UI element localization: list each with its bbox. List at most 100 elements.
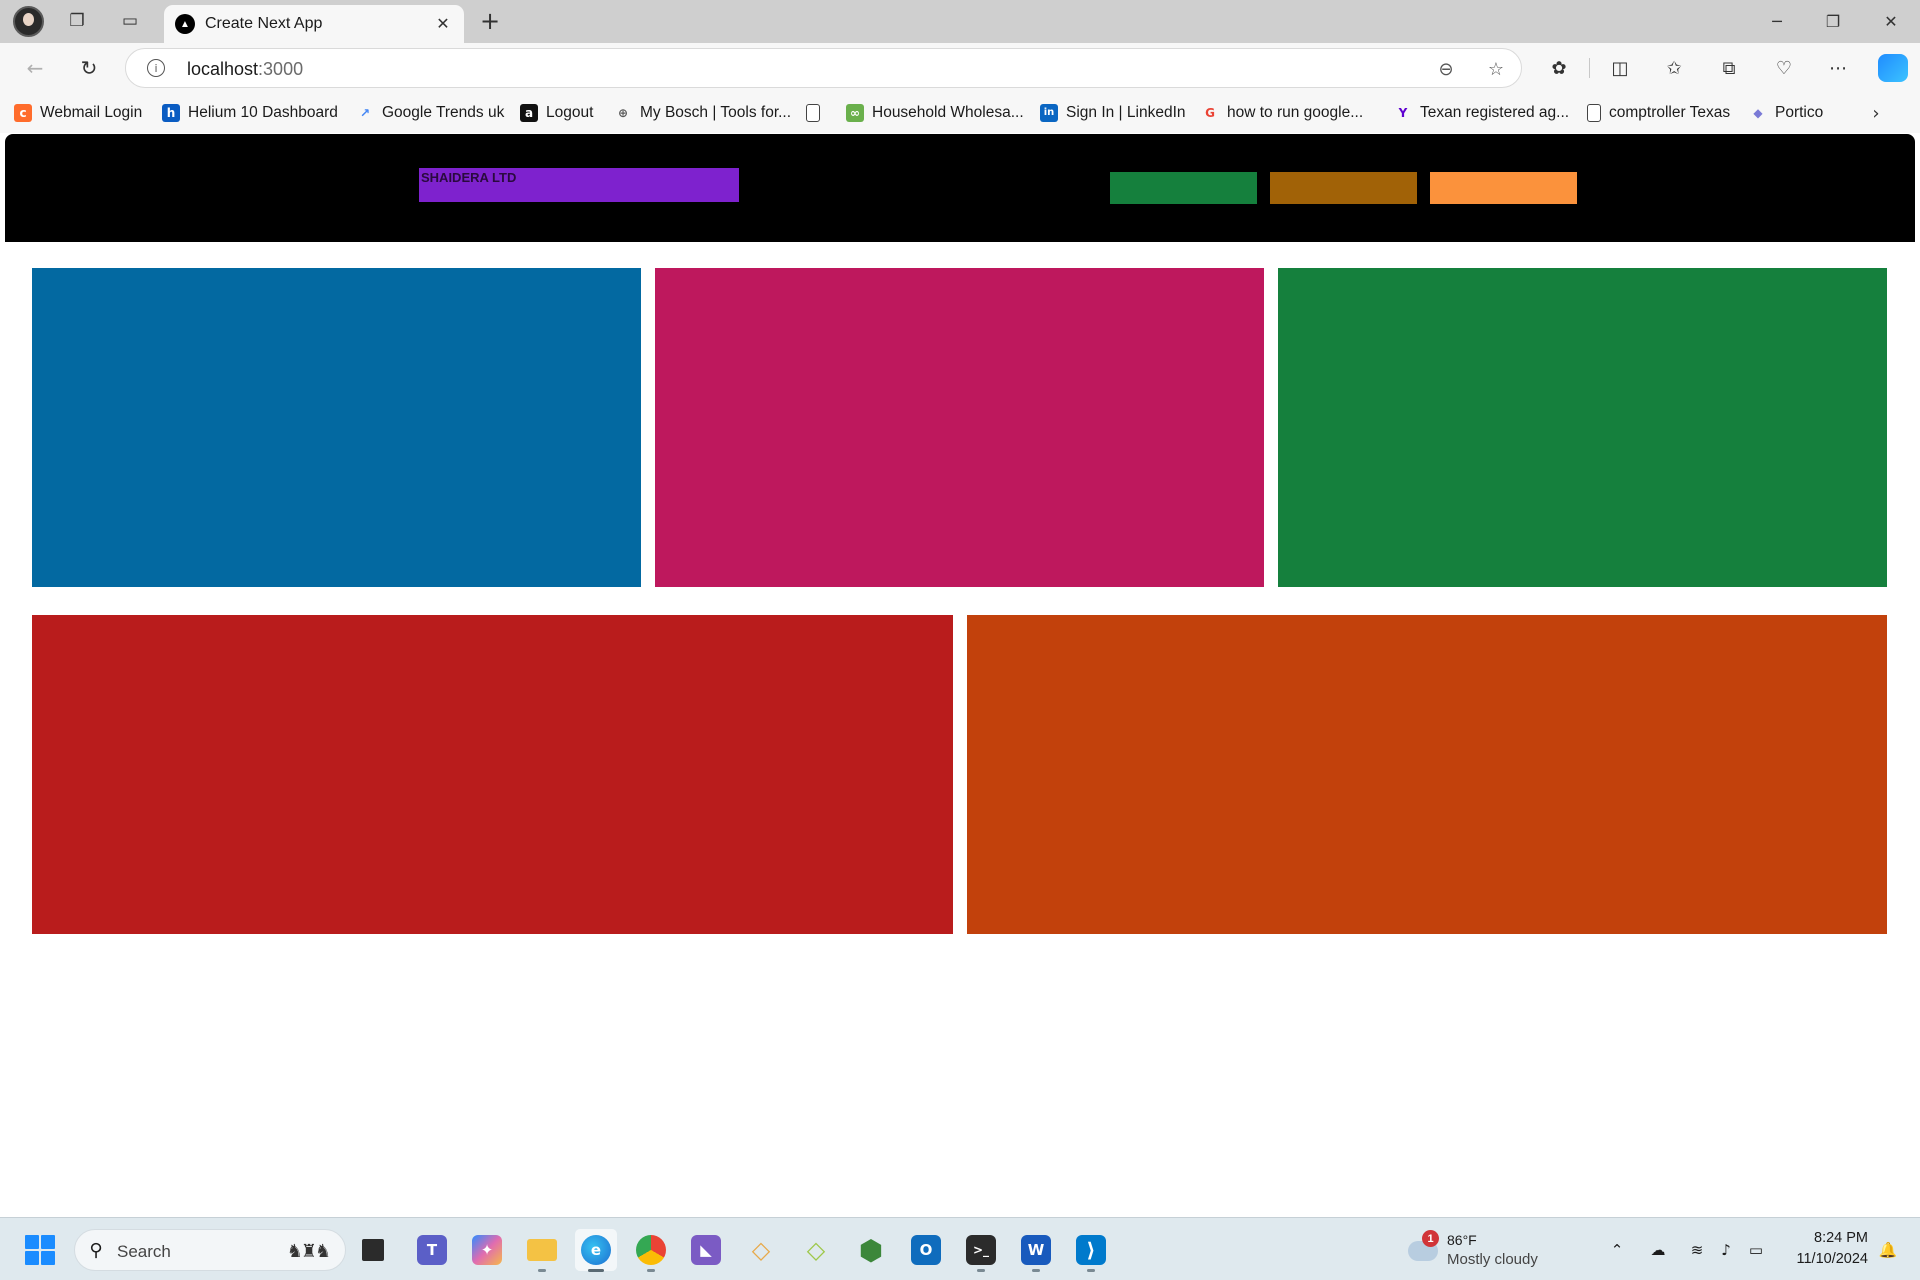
close-window-icon[interactable]: ✕ [1871, 6, 1911, 36]
taskbar-search[interactable]: ⚲ Search ♞♜♞ [74, 1229, 346, 1271]
battery-icon[interactable]: ▭ [1744, 1238, 1768, 1262]
clock-date: 11/10/2024 [1796, 1251, 1869, 1267]
page-icon [806, 104, 820, 122]
weather-desc: Mostly cloudy [1447, 1251, 1538, 1268]
bookmark-label: Logout [546, 104, 594, 121]
split-screen-icon[interactable]: ◫ [1605, 53, 1635, 83]
onedrive-cloud-icon[interactable]: ☁ [1646, 1238, 1670, 1262]
nextjs-favicon-icon: ▲ [175, 14, 195, 34]
copilot-icon[interactable] [1878, 54, 1908, 82]
profile-avatar[interactable] [13, 6, 44, 37]
yahoo-icon: Y [1398, 106, 1408, 120]
amazon-icon: a [520, 104, 538, 122]
edge-app-icon[interactable]: e [575, 1229, 617, 1272]
bookmarks-bar: c Webmail Login h Helium 10 Dashboard ↗ … [0, 92, 1920, 133]
bookmark-label: Webmail Login [40, 104, 143, 121]
brand-logo[interactable]: SHAIDERA LTD [419, 168, 739, 202]
terminal-app-icon[interactable]: >_ [960, 1229, 1002, 1272]
search-placeholder: Search [117, 1242, 171, 1261]
favorites-icon[interactable]: ✩ [1659, 53, 1689, 83]
bookmark-label: Sign In | LinkedIn [1066, 104, 1186, 121]
bookmark-my-bosch[interactable]: ⊕ My Bosch | Tools for... [614, 101, 791, 125]
bookmark-linkedin[interactable]: in Sign In | LinkedIn [1040, 101, 1186, 125]
bookmark-household-wholesale[interactable]: ∞ Household Wholesa... [846, 101, 1024, 125]
bookmark-google-search[interactable]: G how to run google... [1201, 101, 1363, 125]
bookmark-google-trends[interactable]: ↗ Google Trends uk [356, 101, 504, 125]
bookmark-label: Helium 10 Dashboard [188, 104, 338, 121]
nav-button-1[interactable] [1110, 172, 1257, 204]
card-red [32, 615, 953, 934]
zoom-out-icon[interactable]: ⊖ [1434, 57, 1458, 81]
bookmark-comptroller-texas[interactable]: comptroller Texas [1587, 101, 1730, 125]
google-icon: G [1205, 106, 1215, 120]
tab-title: Create Next App [205, 15, 323, 32]
card-orange [967, 615, 1887, 934]
site-header: SHAIDERA LTD [5, 134, 1915, 242]
volume-icon[interactable]: ♪ [1714, 1238, 1738, 1262]
back-icon[interactable]: ← [20, 53, 50, 83]
notification-bell-icon[interactable]: 🔔 [1876, 1238, 1900, 1262]
copilot-app-icon[interactable]: ✦ [466, 1229, 508, 1271]
nodejs-app-icon[interactable]: ⬢ [850, 1229, 892, 1271]
outlook-app-icon[interactable]: O [905, 1229, 947, 1271]
portico-icon: ◆ [1753, 106, 1763, 120]
more-menu-icon[interactable]: ⋯ [1823, 53, 1853, 83]
weather-widget[interactable]: 1 86°F Mostly cloudy [1405, 1229, 1555, 1273]
url-text[interactable]: localhost:3000 [187, 59, 303, 80]
card-pink [655, 268, 1264, 587]
word-app-icon[interactable]: W [1015, 1229, 1057, 1272]
bookmark-label: Google Trends uk [382, 104, 505, 121]
page-icon [1587, 104, 1601, 122]
taskview-app-icon[interactable] [352, 1229, 394, 1271]
collections-icon[interactable]: ⧉ [1714, 53, 1744, 83]
system-clock[interactable]: 8:24 PM 11/10/2024 [1778, 1230, 1869, 1267]
new-tab-icon[interactable]: + [476, 7, 504, 35]
browser-toolbar: ← ↻ i localhost:3000 ⊖ ☆ ✿ ◫ ✩ ⧉ ♡ ⋯ [0, 43, 1920, 92]
household-icon: ∞ [846, 104, 864, 122]
tray-overflow-chevron-icon[interactable]: ⌃ [1605, 1238, 1629, 1262]
kite2-app-icon[interactable]: ◇ [795, 1229, 837, 1271]
bookmarks-overflow-chevron-icon[interactable]: › [1864, 101, 1888, 125]
workspaces-icon[interactable]: ❐ [63, 8, 91, 34]
visual-studio-app-icon[interactable]: ◣ [685, 1229, 727, 1271]
bookmark-portico[interactable]: ◆ Portico [1749, 101, 1823, 125]
vscode-app-icon[interactable]: ⟩ [1070, 1229, 1112, 1272]
extensions-icon[interactable]: ✿ [1544, 53, 1574, 83]
tab-actions-icon[interactable]: ▭ [116, 8, 144, 34]
minimize-icon[interactable]: ─ [1757, 6, 1797, 36]
page-viewport: SHAIDERA LTD [5, 134, 1915, 1217]
search-highlight-icon[interactable]: ♞♜♞ [279, 1237, 337, 1265]
weather-alert-badge: 1 [1422, 1230, 1439, 1247]
linkedin-icon: in [1040, 104, 1058, 122]
site-info-icon[interactable]: i [147, 59, 165, 77]
nav-button-2[interactable] [1270, 172, 1417, 204]
clock-time: 8:24 PM [1814, 1230, 1868, 1246]
bookmark-texan-registered[interactable]: Y Texan registered ag... [1394, 101, 1569, 125]
close-tab-icon[interactable]: ✕ [432, 12, 454, 34]
restore-icon[interactable]: ❐ [1813, 6, 1853, 36]
bookmark-helium10[interactable]: h Helium 10 Dashboard [162, 101, 338, 125]
weather-temp: 86°F [1447, 1232, 1477, 1248]
browser-essentials-icon[interactable]: ♡ [1769, 53, 1799, 83]
helium10-icon: h [162, 104, 180, 122]
address-bar[interactable]: i localhost:3000 ⊖ ☆ [125, 48, 1522, 88]
bookmark-webmail-login[interactable]: c Webmail Login [14, 101, 142, 125]
bookmark-label: My Bosch | Tools for... [640, 104, 792, 121]
nav-button-3[interactable] [1430, 172, 1577, 204]
refresh-icon[interactable]: ↻ [74, 53, 104, 83]
search-icon: ⚲ [89, 1239, 103, 1261]
wifi-icon[interactable]: ≋ [1685, 1238, 1709, 1262]
kite-app-icon[interactable]: ◇ [740, 1229, 782, 1271]
chrome-app-icon[interactable] [630, 1229, 672, 1272]
bookmark-label: Household Wholesa... [872, 104, 1024, 121]
windows-start-icon[interactable] [25, 1235, 55, 1265]
bookmark-logout[interactable]: a Logout [520, 101, 593, 125]
bookmark-unnamed[interactable] [806, 101, 828, 125]
favorite-star-icon[interactable]: ☆ [1484, 57, 1508, 81]
toolbar-separator [1589, 58, 1590, 78]
browser-titlebar: ❐ ▭ ▲ Create Next App ✕ + ─ ❐ ✕ [0, 0, 1920, 43]
bookmark-label: Texan registered ag... [1420, 104, 1570, 121]
teams-app-icon[interactable]: T [411, 1229, 453, 1271]
active-tab[interactable]: ▲ Create Next App ✕ [164, 5, 464, 43]
file-explorer-app-icon[interactable] [521, 1229, 563, 1272]
